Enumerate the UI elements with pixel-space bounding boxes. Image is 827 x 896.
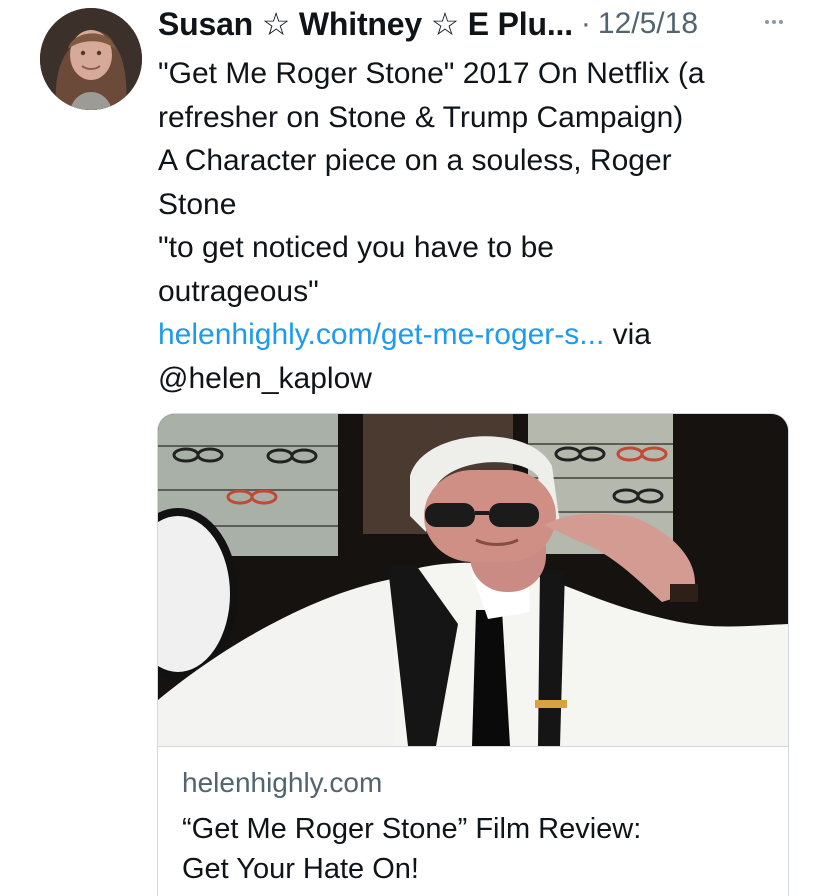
header-separator: · xyxy=(580,7,591,40)
avatar-image xyxy=(40,8,142,110)
author-name[interactable]: Susan ☆ Whitney ☆ E Plu... xyxy=(158,5,573,43)
more-horizontal-icon[interactable] xyxy=(759,12,789,32)
card-title: “Get Me Roger Stone” Film Review: Get Yo… xyxy=(182,809,764,889)
tweet-text-line: "to get noticed you have to be xyxy=(158,231,554,264)
card-photo xyxy=(158,414,788,746)
tweet-header: Susan ☆ Whitney ☆ E Plu... · 12/5/18 xyxy=(158,4,789,44)
card-meta: helenhighly.com “Get Me Roger Stone” Fil… xyxy=(158,747,788,889)
tweet-date[interactable]: 12/5/18 xyxy=(598,7,698,41)
tweet-text-line: A Character piece on a souless, Roger xyxy=(158,144,672,177)
card-title-line: Get Your Hate On! xyxy=(182,853,419,885)
card-domain: helenhighly.com xyxy=(182,767,383,798)
tweet-text-line: Stone xyxy=(158,187,237,221)
article-link[interactable]: helenhighly.com/get-me-roger-s... xyxy=(158,318,604,351)
link-preview-card[interactable]: helenhighly.com “Get Me Roger Stone” Fil… xyxy=(157,413,789,896)
tweet-text-line: refresher on Stone & Trump Campaign) xyxy=(158,100,684,134)
tweet-text-line: "Get Me Roger Stone" 2017 On Netflix (a xyxy=(158,57,705,90)
more-dot-icon xyxy=(772,20,776,24)
tweet-link-line: helenhighly.com/get-me-roger-s... via xyxy=(158,313,798,357)
tweet-text: "Get Me Roger Stone" 2017 On Netflix (a … xyxy=(158,52,798,400)
mention-link[interactable]: @helen_kaplow xyxy=(158,357,798,401)
card-image[interactable] xyxy=(158,414,788,747)
tweet-text-line: outrageous" xyxy=(158,274,319,308)
card-title-line: “Get Me Roger Stone” Film Review: xyxy=(182,813,642,845)
via-text: via xyxy=(604,318,651,351)
author-avatar[interactable] xyxy=(40,8,142,110)
more-dot-icon xyxy=(765,20,769,24)
more-dot-icon xyxy=(779,20,783,24)
